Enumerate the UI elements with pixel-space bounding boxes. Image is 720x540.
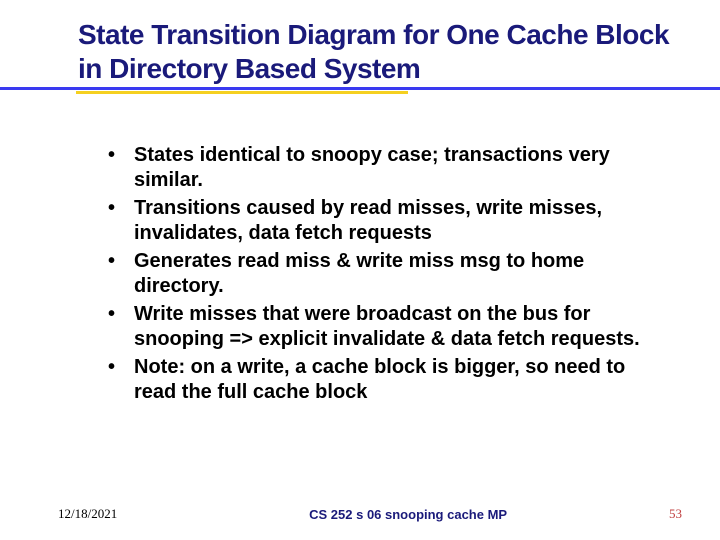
list-item: Write misses that were broadcast on the … xyxy=(106,302,660,352)
slide: State Transition Diagram for One Cache B… xyxy=(0,0,720,540)
slide-title: State Transition Diagram for One Cache B… xyxy=(78,18,680,85)
list-item: States identical to snoopy case; transac… xyxy=(106,143,660,193)
underline-yellow xyxy=(76,91,408,94)
footer-course: CS 252 s 06 snooping cache MP xyxy=(117,507,669,522)
list-item: Generates read miss & write miss msg to … xyxy=(106,249,660,299)
footer-page-number: 53 xyxy=(669,506,682,522)
bullet-list: States identical to snoopy case; transac… xyxy=(106,143,660,405)
footer: 12/18/2021 CS 252 s 06 snooping cache MP… xyxy=(0,506,720,522)
underline-blue xyxy=(0,87,720,90)
list-item: Note: on a write, a cache block is bigge… xyxy=(106,355,660,405)
content-area: States identical to snoopy case; transac… xyxy=(0,95,720,405)
title-underline xyxy=(78,87,680,95)
list-item: Transitions caused by read misses, write… xyxy=(106,196,660,246)
title-block: State Transition Diagram for One Cache B… xyxy=(0,18,720,95)
footer-date: 12/18/2021 xyxy=(58,506,117,522)
